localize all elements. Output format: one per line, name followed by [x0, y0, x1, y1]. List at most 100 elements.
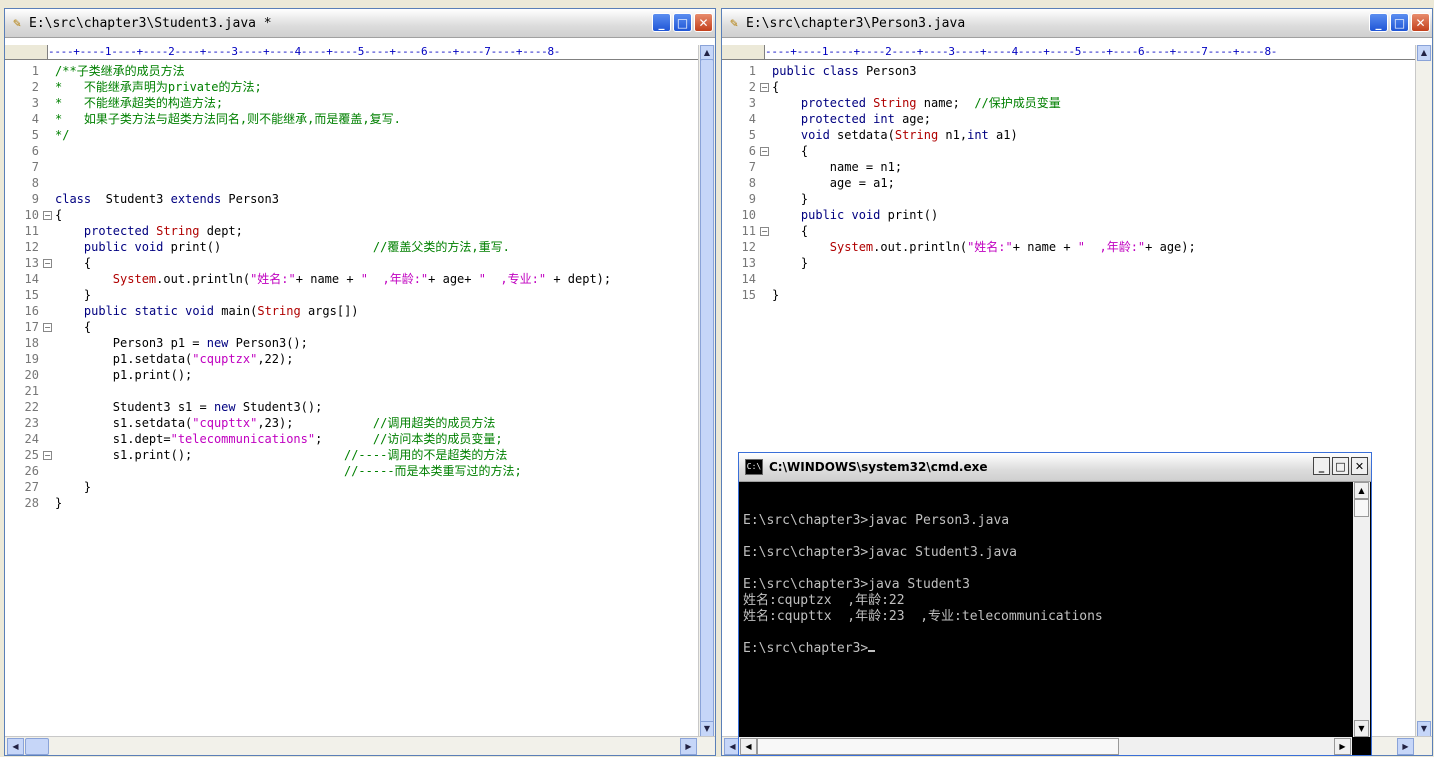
code-token: String — [873, 96, 917, 110]
line-number: 16 — [24, 304, 39, 318]
code-token: protected — [800, 112, 866, 126]
code-token: public — [772, 64, 816, 78]
code-token: setdata( — [829, 128, 895, 142]
fold-toggle-icon[interactable]: − — [43, 259, 52, 268]
code-text: { — [55, 319, 91, 335]
code-token: name = n1; — [772, 160, 903, 174]
code-token: * 不能继承超类的构造方法; — [55, 96, 224, 110]
code-token: Student3(); — [235, 400, 323, 414]
scroll-up-arrow[interactable]: ▲ — [1354, 482, 1369, 499]
code-text: p1.print(); — [55, 367, 192, 383]
vertical-scrollbar[interactable]: ▲ ▼ — [1415, 45, 1432, 737]
code-token: public — [800, 208, 845, 222]
fold-toggle-icon[interactable]: − — [760, 227, 769, 236]
scroll-down-arrow[interactable]: ▼ — [700, 721, 714, 737]
scroll-right-arrow[interactable]: ▶ — [1334, 738, 1351, 755]
code-token: age = a1; — [772, 176, 895, 190]
minimize-button[interactable]: _ — [1313, 457, 1330, 475]
code-token: new — [213, 400, 236, 414]
line-number: 12 — [24, 240, 39, 254]
person3-title-bar[interactable]: ✎ E:\src\chapter3\Person3.java _ □ ✕ — [722, 9, 1432, 38]
close-button[interactable]: ✕ — [694, 13, 713, 32]
code-token: main( — [214, 304, 258, 318]
cmd-title-bar[interactable]: C:\ C:\WINDOWS\system32\cmd.exe _ □ ✕ — [739, 453, 1371, 482]
line-number: 1 — [31, 64, 39, 78]
code-token: s1.setdata( — [55, 416, 193, 430]
line-number: 20 — [24, 368, 39, 382]
line-number: 17 — [24, 320, 39, 334]
code-token: /**子类继承的成员方法 — [55, 64, 185, 78]
code-token: ,22); — [257, 352, 294, 366]
code-text: protected String dept; — [55, 223, 243, 239]
ruler-gutter — [5, 45, 48, 59]
fold-toggle-icon[interactable]: − — [43, 451, 52, 460]
close-button[interactable]: ✕ — [1351, 457, 1368, 475]
scroll-up-arrow[interactable]: ▲ — [1417, 45, 1431, 61]
scroll-down-arrow[interactable]: ▼ — [1354, 720, 1369, 737]
code-token: a1) — [988, 128, 1018, 142]
student3-title-bar[interactable]: ✎ E:\src\chapter3\Student3.java * _ □ ✕ — [5, 9, 715, 38]
line-number: 14 — [741, 272, 756, 286]
code-token: //-----而是本类重写过的方法; — [343, 464, 522, 478]
code-token: public — [83, 304, 128, 318]
code-token: //覆盖父类的方法,重写. — [372, 240, 510, 254]
minimize-button[interactable]: _ — [1369, 13, 1388, 32]
scroll-left-arrow[interactable]: ◀ — [740, 738, 757, 755]
scroll-left-arrow[interactable]: ◀ — [7, 738, 24, 755]
code-token: "cqupttx" — [192, 416, 258, 430]
scroll-thumb[interactable] — [700, 59, 714, 723]
horizontal-scrollbar[interactable]: ◀ ▶ — [5, 736, 715, 755]
line-number: 21 — [24, 384, 39, 398]
code-text: * 如果子类方法与超类方法同名,则不能继承,而是覆盖,复写. — [55, 111, 401, 127]
cmd-vertical-scrollbar[interactable]: ▲ ▼ — [1353, 482, 1370, 737]
line-number: 18 — [24, 336, 39, 350]
maximize-button[interactable]: □ — [1390, 13, 1409, 32]
line-number: 2 — [31, 80, 39, 94]
line-number: 28 — [24, 496, 39, 510]
fold-toggle-icon[interactable]: − — [760, 147, 769, 156]
code-text: public void print() — [772, 207, 938, 223]
cmd-horizontal-scrollbar[interactable]: ◀ ▶ — [739, 737, 1352, 755]
scroll-right-arrow[interactable]: ▶ — [680, 738, 697, 755]
line-number: 7 — [748, 160, 756, 174]
console-line: E:\src\chapter3> — [743, 641, 1351, 657]
code-token: { — [772, 80, 780, 94]
maximize-button[interactable]: □ — [673, 13, 692, 32]
code-token: Person3 — [221, 192, 279, 206]
line-number: 15 — [24, 288, 39, 302]
fold-toggle-icon[interactable]: − — [43, 211, 52, 220]
student3-editor-window: ✎ E:\src\chapter3\Student3.java * _ □ ✕ … — [4, 8, 716, 756]
code-token: .out.println( — [873, 240, 968, 254]
code-token: "姓名:" — [250, 272, 296, 286]
code-area[interactable]: 1 /**子类继承的成员方法 2 * 不能继承声明为private的方法; 3 * 不能继… — [5, 63, 699, 737]
vertical-scrollbar[interactable]: ▲ ▼ — [698, 45, 715, 737]
line-number: 19 — [24, 352, 39, 366]
scroll-down-arrow[interactable]: ▼ — [1417, 721, 1431, 737]
code-token: String — [894, 128, 939, 142]
hscroll-thumb[interactable] — [757, 738, 1119, 755]
line-number: 25 — [24, 448, 39, 462]
scroll-thumb[interactable] — [1354, 499, 1369, 517]
code-token: int — [873, 112, 895, 126]
minimize-button[interactable]: _ — [652, 13, 671, 32]
fold-toggle-icon[interactable]: − — [760, 83, 769, 92]
console-icon: C:\ — [745, 459, 763, 475]
close-button[interactable]: ✕ — [1411, 13, 1430, 32]
code-text: /**子类继承的成员方法 — [55, 63, 185, 79]
maximize-button[interactable]: □ — [1332, 457, 1349, 475]
scroll-right-arrow[interactable]: ▶ — [1397, 738, 1414, 755]
hscroll-thumb[interactable] — [25, 738, 49, 755]
code-token: " ,专业:" — [478, 272, 547, 286]
console-output[interactable]: E:\src\chapter3>javac Person3.java E:\src… — [743, 497, 1351, 735]
fold-toggle-icon[interactable]: − — [43, 323, 52, 332]
code-text: * 不能继承超类的构造方法; — [55, 95, 223, 111]
code-text: public static void main(String args[]) — [55, 303, 359, 319]
code-token: print() — [880, 208, 939, 222]
